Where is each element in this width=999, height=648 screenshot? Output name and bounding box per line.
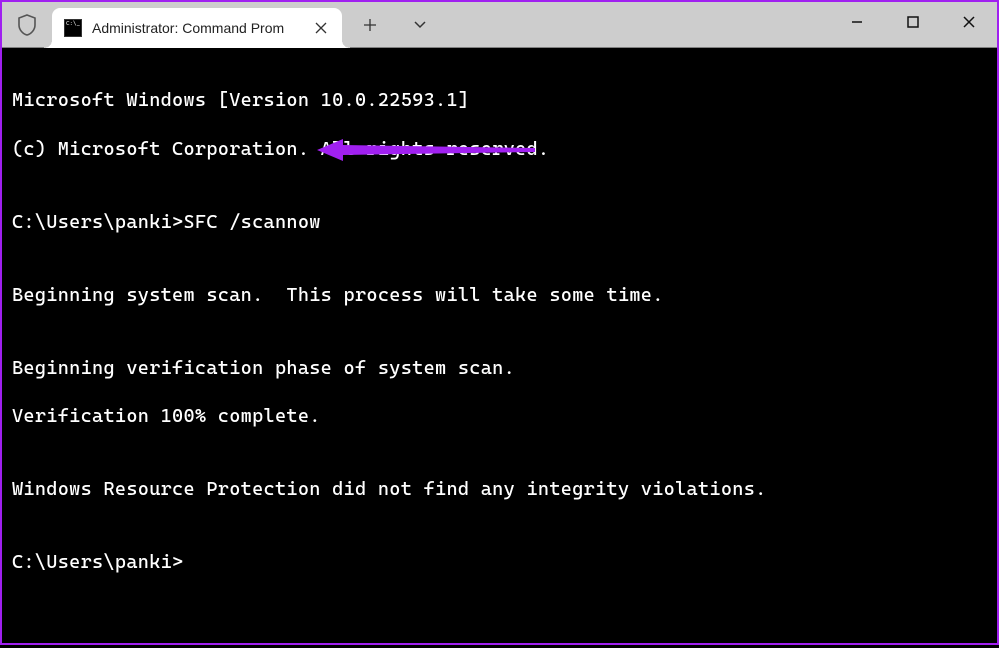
minimize-icon [850, 15, 864, 29]
close-icon [315, 22, 327, 34]
terminal-line: Windows Resource Protection did not find… [12, 477, 987, 501]
terminal-line: C:\Users\panki> [12, 550, 987, 574]
terminal-line: (c) Microsoft Corporation. All rights re… [12, 137, 987, 161]
close-icon [962, 15, 976, 29]
terminal-cursor [184, 551, 195, 573]
maximize-button[interactable] [885, 2, 941, 42]
window-controls [829, 2, 997, 42]
new-tab-button[interactable] [348, 2, 392, 48]
terminal-line: Beginning system scan. This process will… [12, 283, 987, 307]
terminal-line: Beginning verification phase of system s… [12, 356, 987, 380]
window-titlebar: Administrator: Command Prom [2, 2, 997, 48]
terminal-command: SFC /scannow [184, 211, 321, 233]
terminal-line: Microsoft Windows [Version 10.0.22593.1] [12, 88, 987, 112]
tab-command-prompt[interactable]: Administrator: Command Prom [52, 8, 342, 48]
maximize-icon [906, 15, 920, 29]
chevron-down-icon [413, 20, 427, 30]
tab-title: Administrator: Command Prom [92, 20, 302, 36]
tab-dropdown-button[interactable] [398, 2, 442, 48]
minimize-button[interactable] [829, 2, 885, 42]
terminal-line: Verification 100% complete. [12, 404, 987, 428]
terminal-body[interactable]: Microsoft Windows [Version 10.0.22593.1]… [2, 48, 997, 643]
terminal-prompt: C:\Users\panki> [12, 551, 184, 573]
terminal-line: C:\Users\panki>SFC /scannow [12, 210, 987, 234]
tab-close-button[interactable] [312, 19, 330, 37]
terminal-prompt: C:\Users\panki> [12, 211, 184, 233]
plus-icon [363, 18, 377, 32]
cmd-icon [64, 19, 82, 37]
close-window-button[interactable] [941, 2, 997, 42]
